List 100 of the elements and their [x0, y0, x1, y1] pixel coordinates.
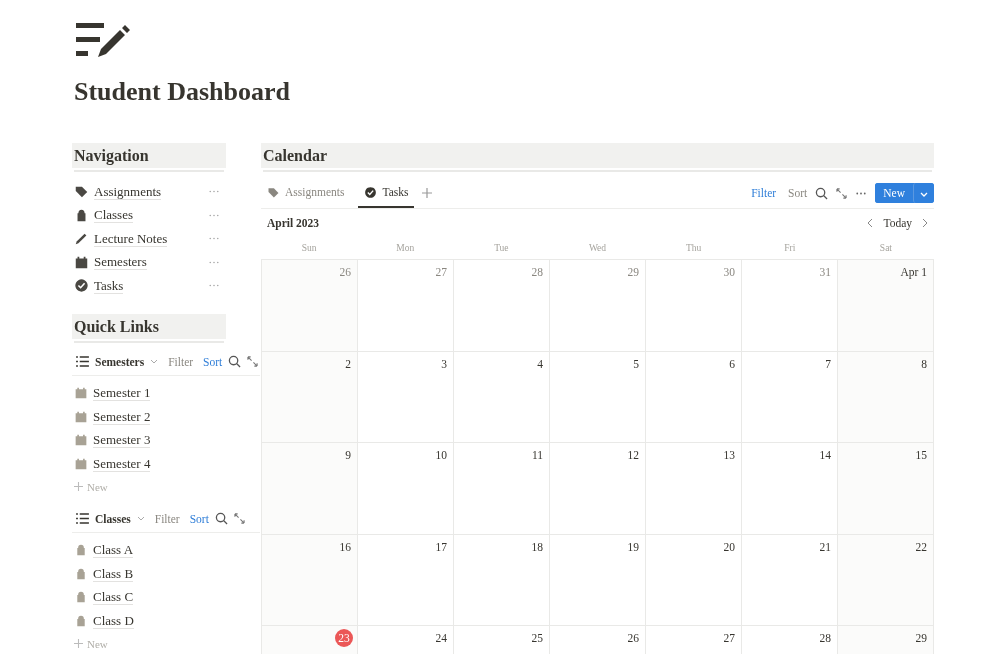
page-link[interactable]: Semesters: [94, 254, 147, 271]
day-number: 26: [627, 631, 639, 646]
plus-icon[interactable]: [74, 482, 83, 491]
sort-button[interactable]: Sort: [788, 187, 808, 199]
weekday-label: Sun: [300, 242, 318, 255]
month-label: April 2023: [267, 217, 320, 229]
day-cell[interactable]: 27: [646, 626, 742, 654]
page-link[interactable]: Classes: [94, 207, 133, 224]
day-cell[interactable]: 6: [646, 351, 742, 443]
view-selector[interactable]: Semesters: [95, 355, 145, 368]
day-cell[interactable]: 28: [454, 260, 550, 352]
calendar-icon: [74, 254, 89, 270]
day-number: 19: [627, 539, 639, 555]
day-number: 16: [339, 539, 351, 555]
day-number: 29: [627, 265, 639, 280]
page-link[interactable]: Class A: [93, 542, 134, 559]
calendar-icon: [74, 409, 88, 424]
day-number: 25: [531, 631, 543, 646]
chevron-down-icon: [920, 192, 928, 197]
day-number: 6: [729, 356, 735, 372]
today-button[interactable]: Today: [883, 217, 912, 229]
chevron-left-icon[interactable]: [867, 218, 874, 228]
calendar-icon: [74, 433, 88, 448]
day-number: 18: [531, 539, 543, 555]
day-number: 23: [335, 629, 353, 647]
day-cell[interactable]: 27: [358, 260, 454, 352]
expand-icon[interactable]: [233, 513, 245, 524]
page-link[interactable]: Semester 2: [93, 408, 151, 425]
page-link[interactable]: Tasks: [94, 277, 124, 294]
search-icon[interactable]: [214, 512, 228, 525]
day-cell[interactable]: 3: [358, 351, 454, 443]
view-tab[interactable]: Tasks: [358, 178, 415, 208]
plus-icon[interactable]: [74, 639, 83, 648]
day-cell[interactable]: 19: [550, 534, 646, 626]
day-cell[interactable]: 10: [358, 443, 454, 535]
day-cell[interactable]: 18: [454, 534, 550, 626]
day-number: 9: [345, 448, 351, 463]
day-cell[interactable]: 29: [550, 260, 646, 352]
page-link[interactable]: Class D: [93, 612, 134, 629]
new-dropdown-button[interactable]: [913, 183, 934, 203]
day-cell[interactable]: Apr 1: [838, 260, 934, 352]
day-number: 8: [921, 356, 927, 372]
page-link[interactable]: Lecture Notes: [94, 230, 168, 247]
page-link[interactable]: Assignments: [94, 183, 162, 200]
day-cell[interactable]: 11: [454, 443, 550, 535]
day-number: 20: [723, 539, 735, 555]
search-icon[interactable]: [815, 186, 829, 200]
page-link[interactable]: Class C: [93, 589, 134, 606]
expand-icon[interactable]: [247, 356, 259, 367]
section-heading: Quick Links: [72, 313, 226, 341]
day-cell[interactable]: 25: [454, 626, 550, 654]
day-cell[interactable]: 24: [358, 626, 454, 654]
section-heading: Calendar: [261, 143, 934, 170]
day-number: 28: [819, 631, 831, 646]
day-cell[interactable]: 29: [838, 626, 934, 654]
day-cell[interactable]: 9: [262, 443, 358, 535]
chevron-right-icon[interactable]: [922, 218, 928, 228]
chevron-down-icon[interactable]: [136, 516, 145, 521]
day-cell[interactable]: 8: [838, 351, 934, 443]
day-cell[interactable]: 5: [550, 351, 646, 443]
tag-icon: [267, 185, 280, 199]
day-number: 31: [819, 265, 831, 280]
day-cell[interactable]: 30: [646, 260, 742, 352]
calendar-icon: [74, 456, 88, 471]
filter-button[interactable]: Filter: [751, 187, 777, 199]
list-icon: [76, 356, 89, 367]
filter-button[interactable]: Filter: [168, 355, 194, 368]
day-cell[interactable]: 26: [550, 626, 646, 654]
page-link[interactable]: Semester 1: [93, 385, 151, 402]
day-number: Apr 1: [900, 265, 927, 281]
more-icon[interactable]: [855, 191, 868, 195]
day-cell[interactable]: 12: [550, 443, 646, 535]
day-number: 30: [723, 265, 735, 280]
page-title: Student Dashboard: [74, 76, 291, 108]
sort-button[interactable]: Sort: [189, 512, 209, 525]
day-cell[interactable]: 2: [262, 351, 358, 443]
page-link[interactable]: Class B: [93, 565, 134, 582]
add-view-icon[interactable]: [422, 188, 433, 198]
day-cell[interactable]: 22: [838, 534, 934, 626]
day-cell[interactable]: 20: [646, 534, 742, 626]
view-tab[interactable]: Assignments: [261, 178, 351, 208]
chevron-down-icon[interactable]: [150, 359, 159, 364]
weekday-label: Tue: [493, 242, 510, 255]
sort-button[interactable]: Sort: [203, 355, 223, 368]
page-link[interactable]: Semester 3: [93, 432, 151, 449]
search-icon[interactable]: [228, 355, 242, 368]
day-number: 13: [723, 448, 735, 463]
day-number: 28: [531, 265, 543, 280]
day-cell[interactable]: 13: [646, 443, 742, 535]
expand-icon[interactable]: [836, 187, 848, 199]
day-cell[interactable]: 4: [454, 351, 550, 443]
day-cell[interactable]: 15: [838, 443, 934, 535]
view-selector[interactable]: Classes: [95, 512, 131, 525]
weekday-label: Wed: [587, 242, 608, 255]
filter-button[interactable]: Filter: [154, 512, 180, 525]
pencil-icon: [74, 231, 89, 247]
day-cell[interactable]: 16: [262, 534, 358, 626]
day-number: 5: [633, 356, 639, 372]
page-link[interactable]: Semester 4: [93, 455, 151, 472]
day-cell[interactable]: 17: [358, 534, 454, 626]
